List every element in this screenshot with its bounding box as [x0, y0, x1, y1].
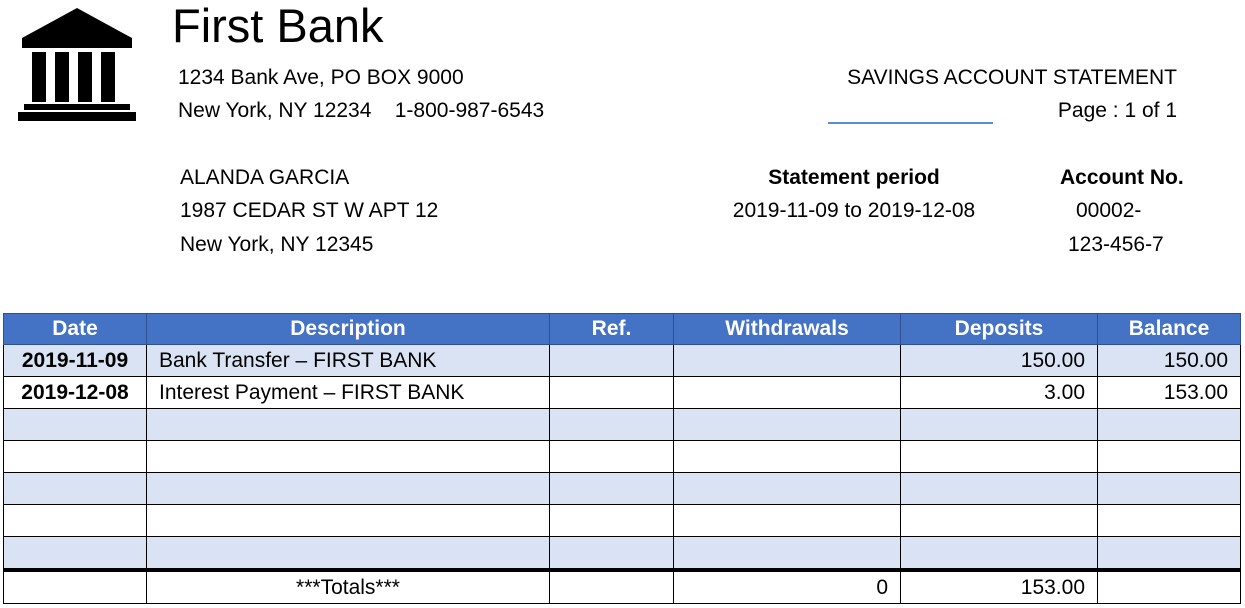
divider-line [828, 122, 993, 124]
cell-description: Bank Transfer – FIRST BANK [146, 344, 550, 377]
account-number-line1: 00002- [1076, 199, 1142, 222]
table-row: 2019-11-09 Bank Transfer – FIRST BANK 15… [3, 344, 1241, 377]
table-row [3, 536, 1241, 571]
bank-address-line1: 1234 Bank Ave, PO BOX 9000 [178, 66, 464, 89]
cell-date [3, 472, 147, 505]
totals-row: ***Totals*** 0 153.00 [3, 568, 1241, 604]
cell-description [146, 440, 550, 473]
account-number-line2: 123-456-7 [1068, 233, 1164, 256]
cell-withdrawals [673, 504, 901, 537]
cell-withdrawals [673, 536, 901, 571]
bank-building-icon [18, 8, 136, 121]
cell-description: Interest Payment – FIRST BANK [146, 376, 550, 409]
cell-description [146, 408, 550, 441]
totals-deposits: 153.00 [900, 568, 1098, 604]
column-header-description: Description [146, 313, 550, 345]
table-row [3, 472, 1241, 505]
cell-balance: 150.00 [1097, 344, 1241, 377]
table-row [3, 440, 1241, 473]
cell-deposits [900, 536, 1098, 571]
cell-date [3, 440, 147, 473]
cell-balance: 153.00 [1097, 376, 1241, 409]
cell-ref [549, 536, 674, 571]
cell-ref [549, 440, 674, 473]
cell-balance [1097, 536, 1241, 571]
totals-cell-date [3, 568, 147, 604]
customer-city: New York, NY 12345 [180, 233, 374, 256]
cell-withdrawals [673, 376, 901, 409]
table-header-row: Date Description Ref. Withdrawals Deposi… [3, 313, 1241, 345]
cell-deposits [900, 440, 1098, 473]
bank-name: First Bank [172, 0, 384, 52]
cell-description [146, 472, 550, 505]
customer-name: ALANDA GARCIA [180, 166, 350, 189]
cell-date: 2019-12-08 [3, 376, 147, 409]
cell-withdrawals [673, 440, 901, 473]
cell-deposits [900, 408, 1098, 441]
page-number: Page : 1 of 1 [1057, 99, 1177, 122]
cell-balance [1097, 472, 1241, 505]
cell-deposits: 3.00 [900, 376, 1098, 409]
bank-address-line2: New York, NY 12234 1-800-987-6543 [178, 99, 545, 122]
cell-balance [1097, 440, 1241, 473]
cell-description [146, 536, 550, 571]
cell-ref [549, 376, 674, 409]
cell-date: 2019-11-09 [3, 344, 147, 377]
cell-description [146, 504, 550, 537]
table-row: 2019-12-08 Interest Payment – FIRST BANK… [3, 376, 1241, 409]
totals-cell-balance [1097, 568, 1241, 604]
statement-period-label: Statement period [768, 166, 940, 189]
cell-ref [549, 504, 674, 537]
totals-withdrawals: 0 [673, 568, 901, 604]
cell-date [3, 504, 147, 537]
customer-street: 1987 CEDAR ST W APT 12 [180, 199, 439, 222]
totals-label: ***Totals*** [146, 568, 550, 604]
cell-deposits [900, 472, 1098, 505]
column-header-balance: Balance [1097, 313, 1241, 345]
transactions-table: Date Description Ref. Withdrawals Deposi… [3, 313, 1241, 604]
cell-date [3, 408, 147, 441]
column-header-date: Date [3, 313, 147, 345]
cell-deposits: 150.00 [900, 344, 1098, 377]
cell-balance [1097, 504, 1241, 537]
cell-ref [549, 408, 674, 441]
cell-withdrawals [673, 408, 901, 441]
column-header-ref: Ref. [549, 313, 674, 345]
cell-ref [549, 344, 674, 377]
column-header-withdrawals: Withdrawals [673, 313, 901, 345]
cell-withdrawals [673, 344, 901, 377]
cell-balance [1097, 408, 1241, 441]
totals-cell-ref [549, 568, 674, 604]
table-row [3, 408, 1241, 441]
account-number-label: Account No. [1060, 166, 1184, 189]
cell-ref [549, 472, 674, 505]
cell-withdrawals [673, 472, 901, 505]
cell-date [3, 536, 147, 571]
table-row [3, 504, 1241, 537]
cell-deposits [900, 504, 1098, 537]
statement-type: SAVINGS ACCOUNT STATEMENT [847, 66, 1177, 89]
statement-period-value: 2019-11-09 to 2019-12-08 [732, 199, 976, 222]
column-header-deposits: Deposits [900, 313, 1098, 345]
